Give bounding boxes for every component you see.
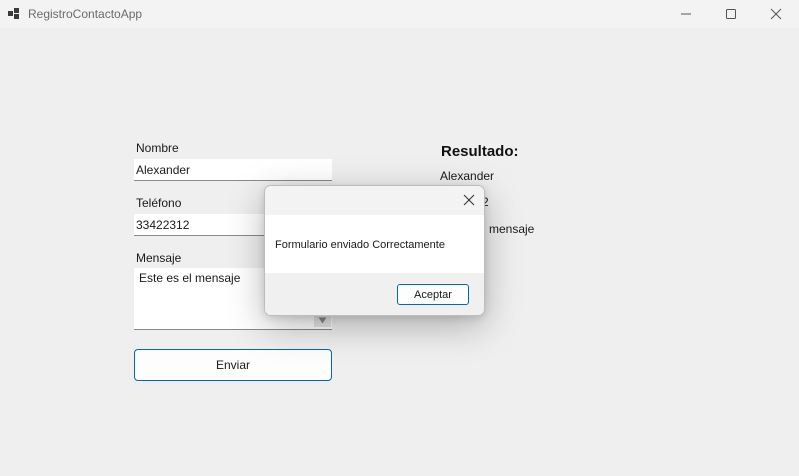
close-icon <box>463 194 475 206</box>
result-message: l mensaje <box>483 222 535 236</box>
phone-label: Teléfono <box>136 196 182 210</box>
scroll-down-icon <box>318 317 327 323</box>
main-window: RegistroContactoApp Nombre Teléfono Mens… <box>0 0 799 476</box>
message-label: Mensaje <box>136 251 182 265</box>
minimize-button[interactable] <box>663 0 709 28</box>
name-field[interactable] <box>134 159 332 181</box>
dialog-close-button[interactable] <box>461 192 477 208</box>
title-bar: RegistroContactoApp <box>0 0 799 28</box>
result-title: Resultado: <box>441 143 519 160</box>
dialog-title-bar <box>265 186 484 215</box>
accept-button[interactable]: Aceptar <box>397 284 469 305</box>
send-button[interactable]: Enviar <box>134 349 332 381</box>
maximize-icon <box>726 9 736 19</box>
minimize-icon <box>681 13 691 15</box>
result-name: Alexander <box>440 169 495 183</box>
close-button[interactable] <box>753 0 799 28</box>
window-title: RegistroContactoApp <box>28 7 143 21</box>
name-label: Nombre <box>136 141 179 155</box>
app-icon <box>8 8 20 19</box>
message-dialog: Formulario enviado Correctamente Aceptar <box>264 185 485 316</box>
dialog-body: Formulario enviado Correctamente <box>265 215 484 273</box>
dialog-message: Formulario enviado Correctamente <box>275 239 445 251</box>
maximize-button[interactable] <box>708 0 754 28</box>
close-icon <box>770 8 782 20</box>
dialog-footer: Aceptar <box>265 273 484 315</box>
